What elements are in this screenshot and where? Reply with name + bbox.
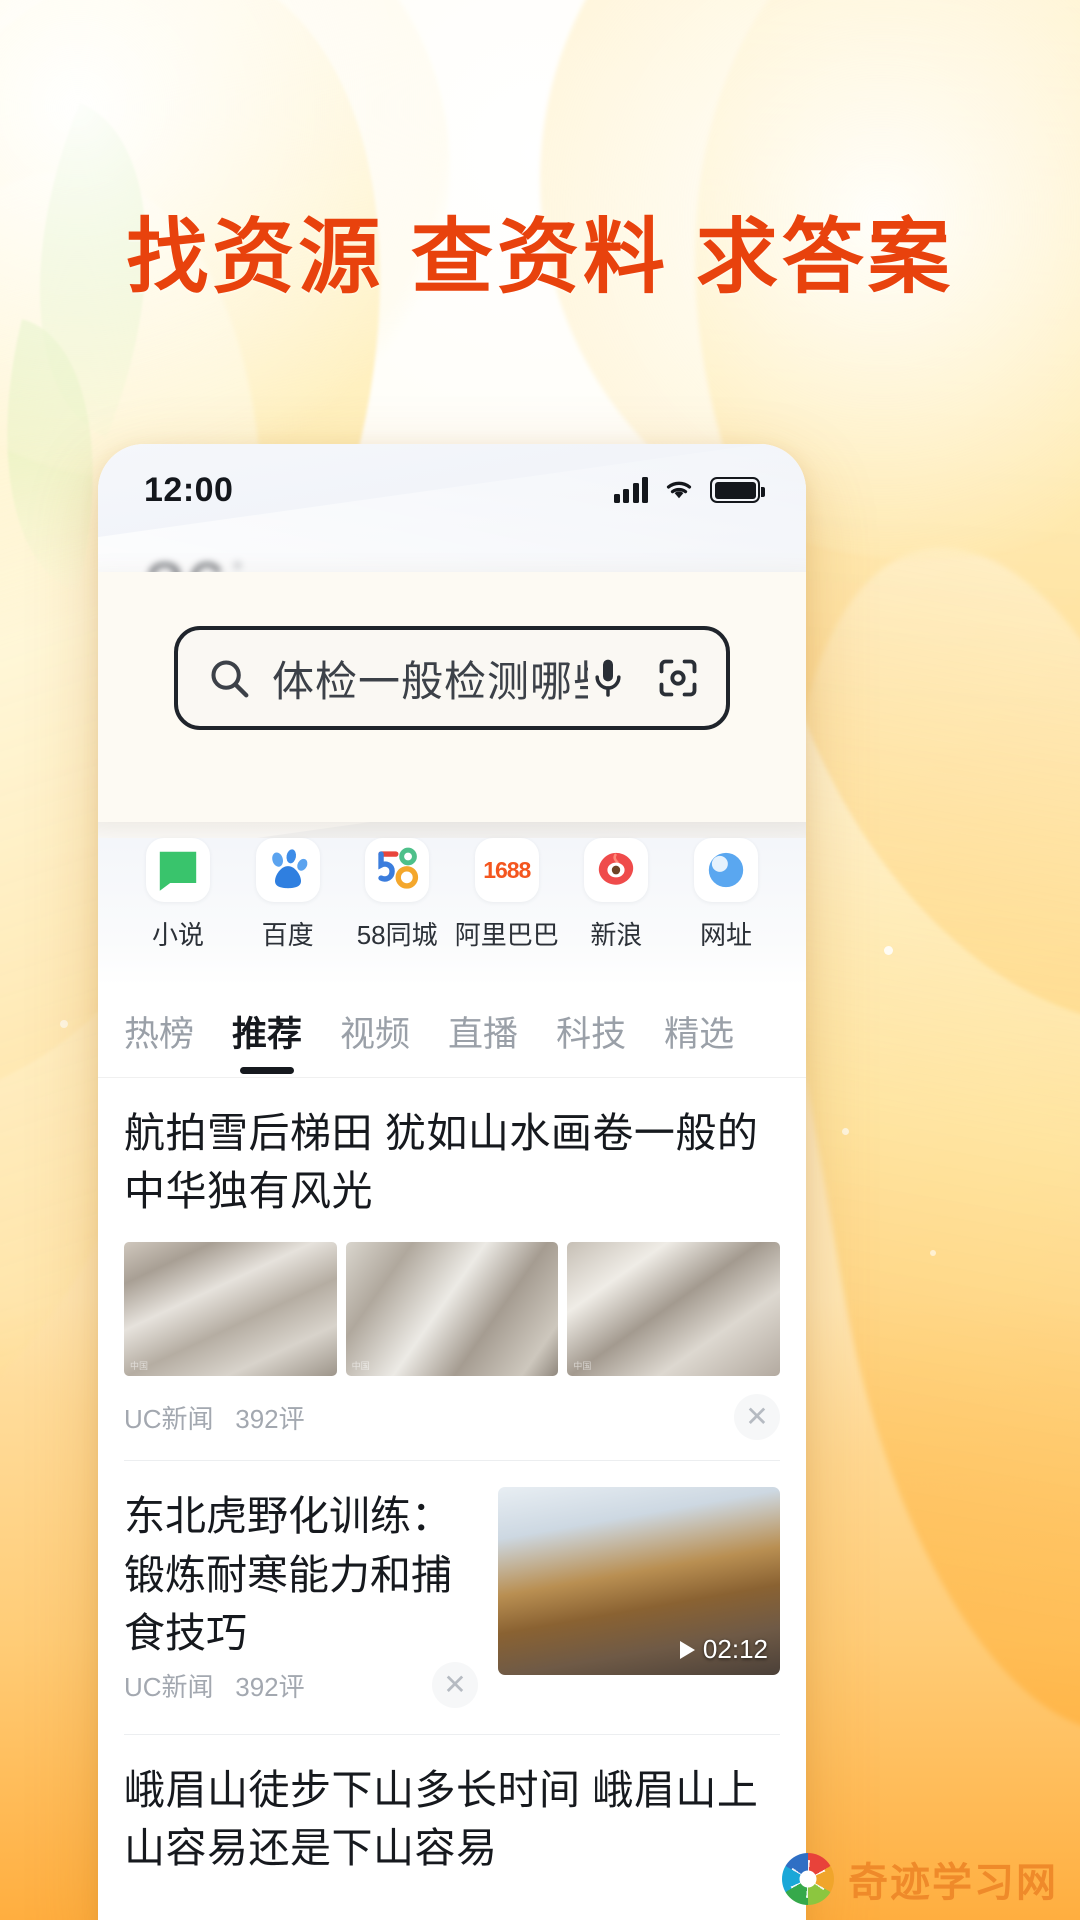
news-item-3[interactable]: 峨眉山徒步下山多长时间 峨眉山上山容易还是下山容易 bbox=[98, 1735, 806, 1877]
tab-recommend[interactable]: 推荐 bbox=[232, 1006, 302, 1057]
video-duration: 02:12 bbox=[702, 1634, 768, 1665]
news-thumbnails: 中国 中国 中国 bbox=[124, 1242, 781, 1377]
news-meta: UC新闻 392评 ✕ bbox=[124, 1662, 478, 1709]
news-thumbnail: 中国 bbox=[345, 1242, 559, 1377]
shortcut-label: 小说 bbox=[151, 920, 204, 950]
video-duration-badge: 02:12 bbox=[679, 1634, 768, 1665]
news-comment-count: 392评 bbox=[235, 1403, 305, 1434]
site-watermark: 奇迹学习网 bbox=[782, 1850, 1058, 1908]
microphone-icon[interactable] bbox=[588, 656, 628, 700]
background-sparkle-3 bbox=[930, 1250, 936, 1256]
news-item-1[interactable]: 航拍雪后梯田 犹如山水画卷一般的中华独有风光 中国 中国 中国 UC新闻 392… bbox=[98, 1078, 806, 1460]
news-item-2[interactable]: 东北虎野化训练：锻炼耐寒能力和捕食技巧 UC新闻 392评 ✕ 02:12 bbox=[98, 1461, 806, 1709]
search-actions bbox=[588, 656, 700, 700]
baidu-paw-icon bbox=[255, 838, 320, 902]
news-meta-text: UC新闻 392评 bbox=[124, 1667, 305, 1704]
shortcut-website[interactable]: 网址 bbox=[672, 838, 780, 952]
sina-weibo-eye-icon bbox=[584, 838, 649, 902]
news-title: 峨眉山徒步下山多长时间 峨眉山上山容易还是下山容易 bbox=[124, 1767, 759, 1872]
58tongcheng-icon bbox=[365, 838, 430, 902]
shortcut-label: 新浪 bbox=[590, 920, 643, 950]
watermark-text: 奇迹学习网 bbox=[848, 1861, 1058, 1905]
shortcut-alibaba[interactable]: 1688 阿里巴巴 bbox=[453, 838, 561, 952]
search-input[interactable]: 体检一般检测哪些项目? bbox=[272, 648, 588, 709]
shortcut-label: 百度 bbox=[261, 920, 314, 950]
background-sparkle-4 bbox=[60, 1020, 68, 1028]
background-sparkle-2 bbox=[842, 1128, 849, 1135]
news-meta-text: UC新闻 392评 bbox=[124, 1399, 305, 1436]
website-icon bbox=[693, 838, 758, 902]
shortcut-label: 58同城 bbox=[356, 920, 438, 950]
tab-live[interactable]: 直播 bbox=[448, 1006, 518, 1057]
play-icon bbox=[679, 1640, 695, 1659]
search-bar[interactable]: 体检一般检测哪些项目? bbox=[174, 626, 730, 730]
shortcut-label: 网址 bbox=[699, 920, 752, 950]
shortcut-sina[interactable]: 新浪 bbox=[562, 838, 670, 952]
close-icon[interactable]: ✕ bbox=[734, 1394, 780, 1441]
status-bar: 12:00 bbox=[98, 444, 806, 536]
shortcut-baidu[interactable]: 百度 bbox=[234, 838, 342, 952]
news-meta: UC新闻 392评 ✕ bbox=[124, 1394, 780, 1460]
app-shortcuts: 小说 百度 58同城 1688 阿里巴巴 新浪 网址 bbox=[98, 838, 806, 986]
shortcut-label: 阿里巴巴 bbox=[454, 920, 559, 950]
news-comment-count: 392评 bbox=[235, 1671, 305, 1702]
tab-video[interactable]: 视频 bbox=[340, 1006, 410, 1057]
novel-icon bbox=[146, 838, 210, 902]
search-icon bbox=[206, 655, 252, 701]
tab-tech[interactable]: 科技 bbox=[556, 1006, 626, 1057]
news-title: 航拍雪后梯田 犹如山水画卷一般的中华独有风光 bbox=[124, 1110, 759, 1215]
promo-headline: 找资源 查资料 求答案 bbox=[126, 212, 954, 303]
alibaba-1688-glyph: 1688 bbox=[483, 856, 531, 883]
shortcut-novel[interactable]: 小说 bbox=[124, 838, 232, 952]
phone-mockup: 12:00 26 ° 广州 多云 体检一般检测哪些 bbox=[98, 444, 806, 1920]
battery-icon bbox=[710, 477, 765, 503]
close-icon[interactable]: ✕ bbox=[432, 1662, 478, 1709]
news-source: UC新闻 bbox=[124, 1671, 214, 1702]
thumbnail-watermark: 中国 bbox=[130, 1361, 149, 1372]
background-sparkle-1 bbox=[884, 946, 893, 955]
news-video-thumbnail[interactable]: 02:12 bbox=[498, 1487, 780, 1676]
news-title: 东北虎野化训练：锻炼耐寒能力和捕食技巧 bbox=[124, 1493, 452, 1656]
scan-icon[interactable] bbox=[656, 656, 700, 700]
tab-hotlist[interactable]: 热榜 bbox=[124, 1006, 194, 1057]
news-thumbnail: 中国 bbox=[124, 1242, 337, 1377]
wifi-icon bbox=[662, 475, 696, 506]
news-feed[interactable]: 航拍雪后梯田 犹如山水画卷一般的中华独有风光 中国 中国 中国 UC新闻 392… bbox=[98, 1078, 806, 1920]
status-bar-icons bbox=[613, 475, 765, 506]
alibaba-1688-icon: 1688 bbox=[474, 838, 539, 902]
news-source: UC新闻 bbox=[124, 1403, 214, 1434]
signal-bars-icon bbox=[613, 477, 648, 503]
aperture-logo-icon bbox=[782, 1853, 834, 1905]
thumbnail-watermark: 中国 bbox=[573, 1361, 592, 1372]
thumbnail-watermark: 中国 bbox=[351, 1361, 370, 1372]
status-bar-clock: 12:00 bbox=[144, 470, 234, 509]
news-thumbnail: 中国 bbox=[567, 1242, 781, 1377]
feed-tab-bar: 热榜 推荐 视频 直播 科技 精选 党 bbox=[98, 986, 806, 1078]
shortcut-58tongcheng[interactable]: 58同城 bbox=[343, 838, 451, 952]
tab-featured[interactable]: 精选 bbox=[664, 1006, 734, 1057]
